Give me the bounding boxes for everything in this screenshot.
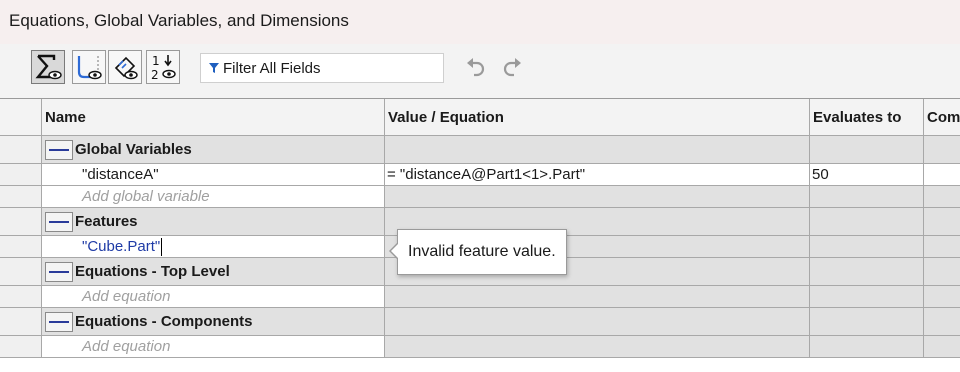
group-evaluates-cell bbox=[810, 136, 924, 164]
svg-text:2: 2 bbox=[151, 68, 159, 82]
equations-view-button[interactable] bbox=[31, 50, 65, 84]
row-selector[interactable] bbox=[0, 308, 42, 336]
filter-field[interactable]: Filter All Fields bbox=[200, 53, 444, 83]
feature-edit-cell[interactable]: "Cube.Part" bbox=[42, 236, 385, 258]
redo-icon bbox=[503, 58, 521, 77]
sigma-view-icon bbox=[35, 54, 62, 80]
collapse-equations-top-button[interactable] bbox=[45, 261, 73, 282]
ordered-view-icon: 1 2 bbox=[151, 54, 176, 82]
group-comment-cell bbox=[924, 308, 960, 336]
group-comment-cell bbox=[924, 208, 960, 236]
invalid-value-tooltip: Invalid feature value. bbox=[389, 229, 567, 275]
dimensions-view-button[interactable] bbox=[108, 50, 142, 84]
variable-value-cell[interactable]: = "distanceA@Part1<1>.Part" bbox=[385, 164, 810, 186]
column-header-evaluates[interactable]: Evaluates to bbox=[810, 99, 924, 136]
dimension-view-icon bbox=[114, 56, 138, 80]
collapse-features-button[interactable] bbox=[45, 211, 73, 232]
table-row: "distanceA" = "distanceA@Part1<1>.Part" … bbox=[0, 164, 960, 186]
add-global-variable-cell[interactable]: Add global variable bbox=[42, 186, 385, 208]
row-selector[interactable] bbox=[0, 236, 42, 258]
toolbar: 1 2 Filter All Fields bbox=[0, 44, 960, 98]
add-equation-top-cell[interactable]: Add equation bbox=[42, 286, 385, 308]
group-label: Equations - Components bbox=[75, 313, 253, 330]
empty-cell bbox=[924, 236, 960, 258]
undo-icon bbox=[467, 58, 485, 77]
variable-comment-cell[interactable] bbox=[924, 164, 960, 186]
group-evaluates-cell bbox=[810, 208, 924, 236]
row-selector[interactable] bbox=[0, 208, 42, 236]
group-evaluates-cell bbox=[810, 308, 924, 336]
svg-text:1: 1 bbox=[152, 54, 160, 68]
row-selector[interactable] bbox=[0, 258, 42, 286]
empty-cell bbox=[810, 186, 924, 208]
group-label: Global Variables bbox=[75, 141, 192, 158]
table-row: Add equation bbox=[0, 286, 960, 308]
empty-cell bbox=[810, 236, 924, 258]
row-selector[interactable] bbox=[0, 164, 42, 186]
redo-button[interactable] bbox=[500, 56, 526, 80]
sketch-view-icon bbox=[77, 56, 102, 80]
empty-cell bbox=[810, 286, 924, 308]
table-row: Add equation bbox=[0, 336, 960, 358]
empty-cell bbox=[924, 336, 960, 358]
row-selector[interactable] bbox=[0, 336, 42, 358]
group-value-cell bbox=[385, 308, 810, 336]
empty-cell bbox=[924, 186, 960, 208]
undo-button[interactable] bbox=[462, 56, 488, 80]
empty-cell bbox=[810, 336, 924, 358]
row-selector[interactable] bbox=[0, 186, 42, 208]
collapse-global-variables-button[interactable] bbox=[45, 139, 73, 160]
minus-icon bbox=[49, 270, 69, 273]
ordered-view-button[interactable]: 1 2 bbox=[146, 50, 180, 84]
window-title-bar: Equations, Global Variables, and Dimensi… bbox=[0, 0, 960, 44]
group-comment-cell bbox=[924, 136, 960, 164]
window-title: Equations, Global Variables, and Dimensi… bbox=[9, 11, 349, 30]
row-header-corner bbox=[0, 99, 42, 136]
empty-cell bbox=[385, 336, 810, 358]
text-caret bbox=[161, 237, 163, 256]
minus-icon bbox=[49, 220, 69, 223]
empty-cell bbox=[385, 286, 810, 308]
group-row-equations-components: Equations - Components bbox=[0, 308, 960, 336]
collapse-equations-components-button[interactable] bbox=[45, 311, 73, 332]
feature-edit-text: "Cube.Part" bbox=[82, 238, 161, 255]
group-label: Equations - Top Level bbox=[75, 263, 230, 280]
empty-cell bbox=[924, 286, 960, 308]
group-value-cell bbox=[385, 136, 810, 164]
group-row-global-variables: Global Variables bbox=[0, 136, 960, 164]
empty-cell bbox=[385, 186, 810, 208]
group-cell: Equations - Top Level bbox=[42, 258, 385, 286]
row-selector[interactable] bbox=[0, 286, 42, 308]
group-label: Features bbox=[75, 213, 138, 230]
group-cell: Equations - Components bbox=[42, 308, 385, 336]
minus-icon bbox=[49, 320, 69, 323]
column-header-name[interactable]: Name bbox=[42, 99, 385, 136]
sketch-equations-view-button[interactable] bbox=[72, 50, 106, 84]
group-comment-cell bbox=[924, 258, 960, 286]
filter-label: Filter All Fields bbox=[223, 59, 321, 77]
column-header-comments[interactable]: Com bbox=[924, 99, 960, 136]
group-cell: Global Variables bbox=[42, 136, 385, 164]
row-selector[interactable] bbox=[0, 136, 42, 164]
add-equation-components-cell[interactable]: Add equation bbox=[42, 336, 385, 358]
minus-icon bbox=[49, 148, 69, 151]
table-row: Add global variable bbox=[0, 186, 960, 208]
variable-evaluates-cell: 50 bbox=[810, 164, 924, 186]
table-header: Name Value / Equation Evaluates to Com bbox=[0, 99, 960, 136]
group-evaluates-cell bbox=[810, 258, 924, 286]
tooltip-text: Invalid feature value. bbox=[408, 243, 556, 260]
column-header-value[interactable]: Value / Equation bbox=[385, 99, 810, 136]
filter-icon bbox=[205, 59, 223, 77]
group-cell: Features bbox=[42, 208, 385, 236]
variable-name-cell[interactable]: "distanceA" bbox=[42, 164, 385, 186]
